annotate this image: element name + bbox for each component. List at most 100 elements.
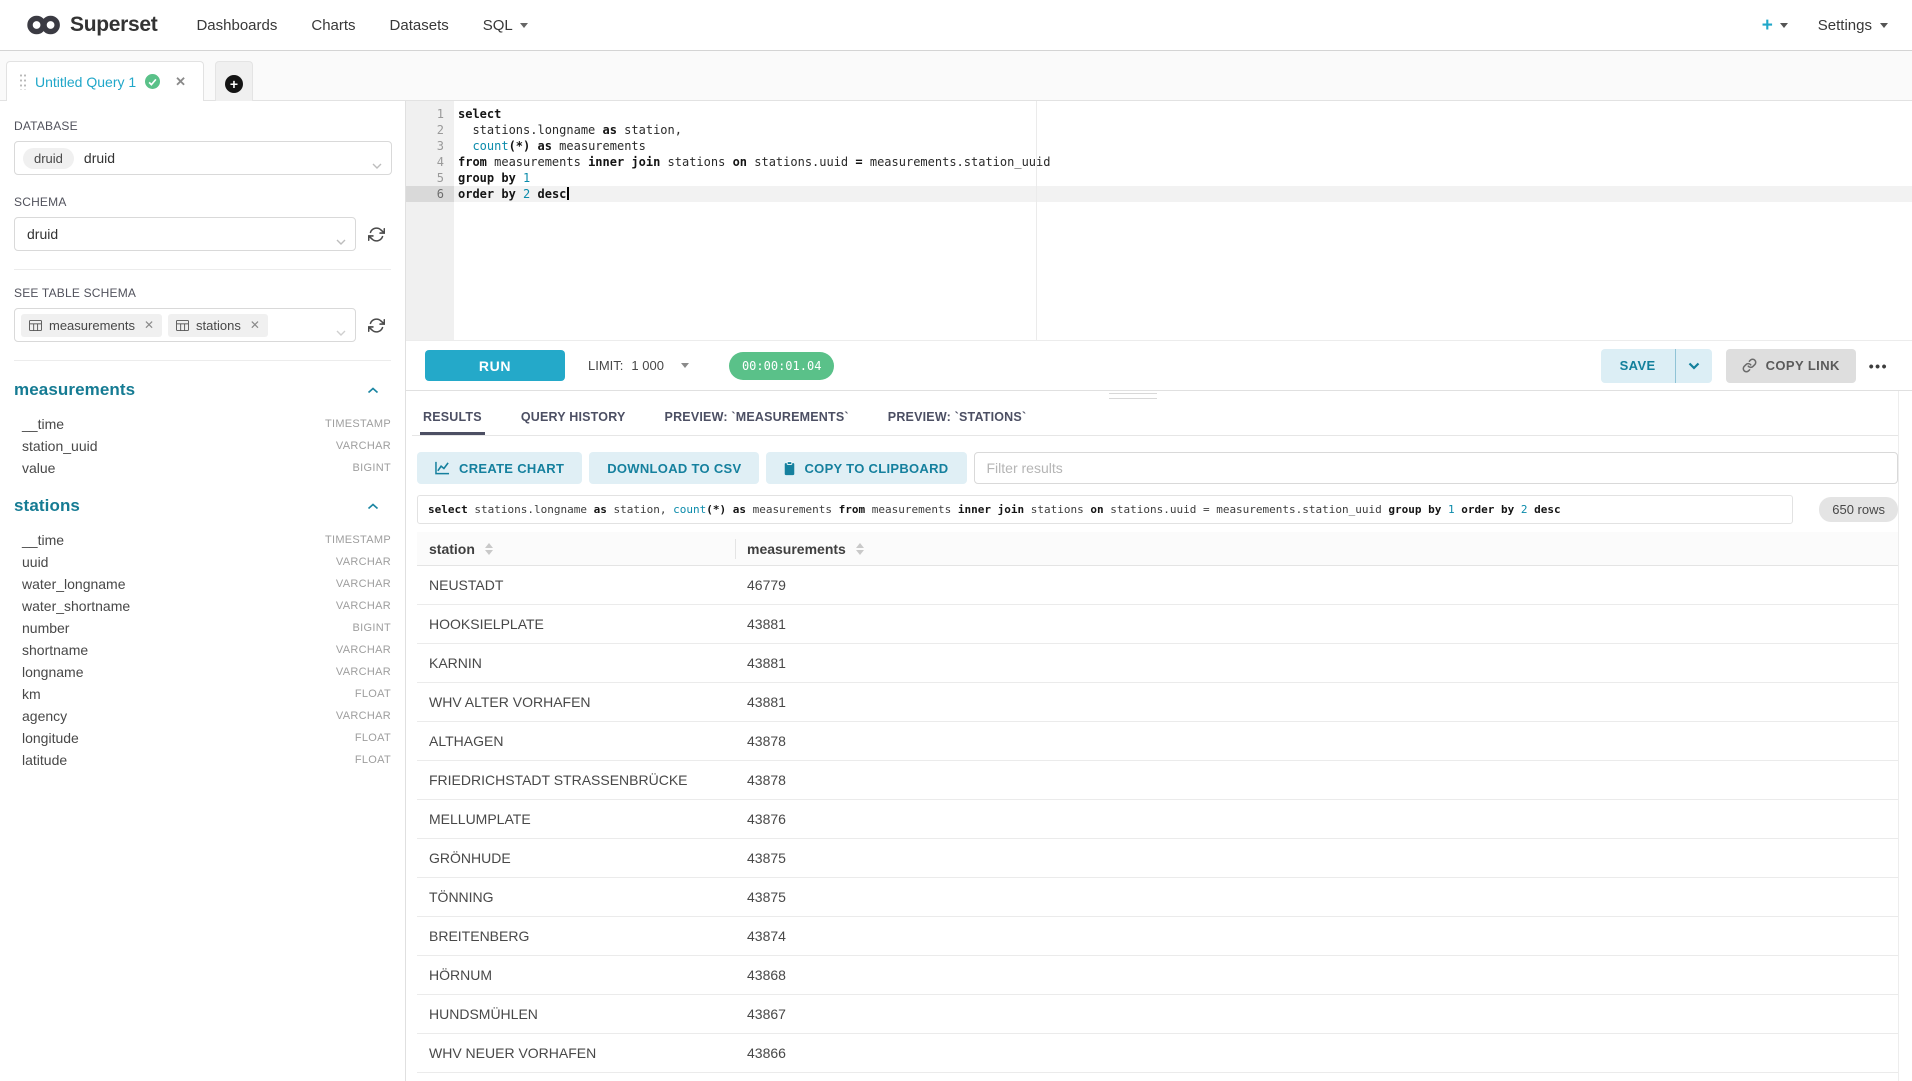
- code-line: from measurements inner join stations on…: [458, 154, 1050, 170]
- table-row: TÖNNING43875: [417, 878, 1898, 917]
- executed-query-row: select stations.longname as station, cou…: [412, 495, 1898, 524]
- copy-clipboard-button[interactable]: COPY TO CLIPBOARD: [766, 452, 966, 484]
- clipboard-icon: [784, 461, 795, 476]
- line-number: 5: [406, 170, 454, 186]
- settings-menu[interactable]: Settings: [1818, 17, 1888, 34]
- database-value: druid: [84, 150, 115, 166]
- cell-station: WHV NEUER VORHAFEN: [417, 1045, 735, 1061]
- table-row: NEUSTADT46779: [417, 566, 1898, 605]
- cell-measurements: 43875: [735, 850, 786, 866]
- more-actions-button[interactable]: •••: [1869, 358, 1888, 374]
- sqllab-left-panel: DATABASE druid druid SCHEMA druid SEE TA…: [0, 101, 406, 1081]
- column-type: FLOAT: [355, 732, 391, 744]
- new-item-button[interactable]: +: [1762, 16, 1788, 35]
- column-name: longname: [22, 664, 84, 680]
- link-icon: [1742, 358, 1757, 373]
- chevron-down-icon: [336, 323, 346, 341]
- filter-results-input[interactable]: [974, 452, 1899, 484]
- results-pane: RESULTS QUERY HISTORY PREVIEW: `MEASUREMEN…: [406, 391, 1912, 1081]
- column-type: VARCHAR: [336, 666, 391, 678]
- remove-table-icon[interactable]: ✕: [250, 318, 260, 332]
- cell-station: TÖNNING: [417, 889, 735, 905]
- caret-down-icon: [1880, 23, 1888, 28]
- column-type: TIMESTAMP: [325, 418, 391, 430]
- editor-code[interactable]: select stations.longname as station, cou…: [458, 106, 1050, 202]
- table-name-title: stations: [14, 496, 80, 516]
- schema-section-stations: stations__timeTIMESTAMPuuidVARCHARwater_…: [14, 493, 391, 771]
- column-name: value: [22, 460, 55, 476]
- download-csv-button[interactable]: DOWNLOAD TO CSV: [589, 452, 759, 484]
- results-actions: CREATE CHART DOWNLOAD TO CSV COPY TO CLI…: [412, 452, 1898, 484]
- cell-station: GRÖNHUDE: [417, 850, 735, 866]
- cell-station: BREITENBERG: [417, 928, 735, 944]
- cell-station: HUNDSMÜHLEN: [417, 1006, 735, 1022]
- column-row: station_uuidVARCHAR: [14, 435, 391, 457]
- results-table-header: station measurements: [417, 532, 1898, 566]
- collapse-caret-icon[interactable]: [367, 503, 379, 510]
- copy-link-button[interactable]: COPY LINK: [1726, 349, 1856, 383]
- column-type: BIGINT: [353, 462, 391, 474]
- collapse-caret-icon[interactable]: [367, 387, 379, 394]
- column-header-station[interactable]: station: [417, 541, 735, 557]
- cell-station: MELLUMPLATE: [417, 811, 735, 827]
- schema-select[interactable]: druid: [14, 217, 356, 251]
- column-type: VARCHAR: [336, 710, 391, 722]
- table-pill-measurements[interactable]: measurements✕: [21, 314, 162, 337]
- drag-handle-icon[interactable]: [19, 73, 26, 90]
- nav-item-sql[interactable]: SQL: [466, 17, 545, 34]
- column-type: VARCHAR: [336, 556, 391, 568]
- cell-measurements: 43867: [735, 1006, 786, 1022]
- sort-icon[interactable]: [485, 543, 493, 555]
- cell-measurements: 43881: [735, 655, 786, 671]
- nav-item-datasets[interactable]: Datasets: [373, 17, 466, 34]
- results-tab-2[interactable]: QUERY HISTORY: [518, 404, 629, 435]
- column-name: water_shortname: [22, 598, 130, 614]
- results-tab-4[interactable]: PREVIEW: `STATIONS`: [885, 404, 1030, 435]
- remove-table-icon[interactable]: ✕: [144, 318, 154, 332]
- chevron-down-icon: [372, 156, 382, 174]
- close-tab-icon[interactable]: ✕: [175, 74, 186, 90]
- column-row: kmFLOAT: [14, 683, 391, 705]
- table-icon: [29, 320, 42, 331]
- column-type: TIMESTAMP: [325, 534, 391, 546]
- run-button[interactable]: RUN: [425, 350, 565, 381]
- column-type: VARCHAR: [336, 644, 391, 656]
- limit-dropdown[interactable]: LIMIT: 1 000: [588, 358, 689, 373]
- cell-measurements: 43878: [735, 733, 786, 749]
- tab-untitled-query[interactable]: Untitled Query 1 ✕: [6, 61, 204, 101]
- refresh-tables-icon[interactable]: [368, 317, 385, 334]
- database-select[interactable]: druid druid: [14, 141, 392, 175]
- cell-measurements: 43881: [735, 616, 786, 632]
- superset-logo-icon: [26, 15, 62, 35]
- create-chart-button[interactable]: CREATE CHART: [417, 452, 582, 484]
- results-tab-3[interactable]: PREVIEW: `MEASUREMENTS`: [662, 404, 852, 435]
- sort-icon[interactable]: [856, 543, 864, 555]
- caret-down-icon: [520, 23, 528, 28]
- nav-item-charts[interactable]: Charts: [294, 17, 372, 34]
- save-button[interactable]: SAVE: [1601, 349, 1675, 383]
- table-pill-label: stations: [196, 318, 241, 333]
- superset-brand[interactable]: Superset: [26, 13, 157, 37]
- nav-menu: Dashboards Charts Datasets SQL: [179, 17, 544, 34]
- caret-down-icon: [1780, 23, 1788, 28]
- results-tab-1[interactable]: RESULTS: [420, 404, 485, 435]
- schema-value: druid: [27, 226, 58, 242]
- cell-station: HOOKSIELPLATE: [417, 616, 735, 632]
- table-pill-stations[interactable]: stations ✕: [168, 314, 268, 337]
- top-navbar: Superset Dashboards Charts Datasets SQL …: [0, 0, 1912, 51]
- code-line: select: [458, 106, 1050, 122]
- cell-station: HÖRNUM: [417, 967, 735, 983]
- nav-item-dashboards[interactable]: Dashboards: [179, 17, 294, 34]
- sql-editor[interactable]: 123456 select stations.longname as stati…: [406, 101, 1912, 341]
- table-select[interactable]: measurements✕ stations ✕: [14, 308, 356, 342]
- table-name-title: measurements: [14, 380, 135, 400]
- cell-measurements: 43881: [735, 694, 786, 710]
- save-caret-button[interactable]: [1676, 349, 1712, 383]
- column-row: __timeTIMESTAMP: [14, 413, 391, 435]
- column-name: latitude: [22, 752, 67, 768]
- add-tab-button[interactable]: +: [215, 61, 253, 101]
- column-header-measurements[interactable]: measurements: [735, 541, 864, 557]
- refresh-schema-icon[interactable]: [368, 226, 385, 243]
- code-line: group by 1: [458, 170, 1050, 186]
- pane-resize-handle[interactable]: [1109, 393, 1157, 403]
